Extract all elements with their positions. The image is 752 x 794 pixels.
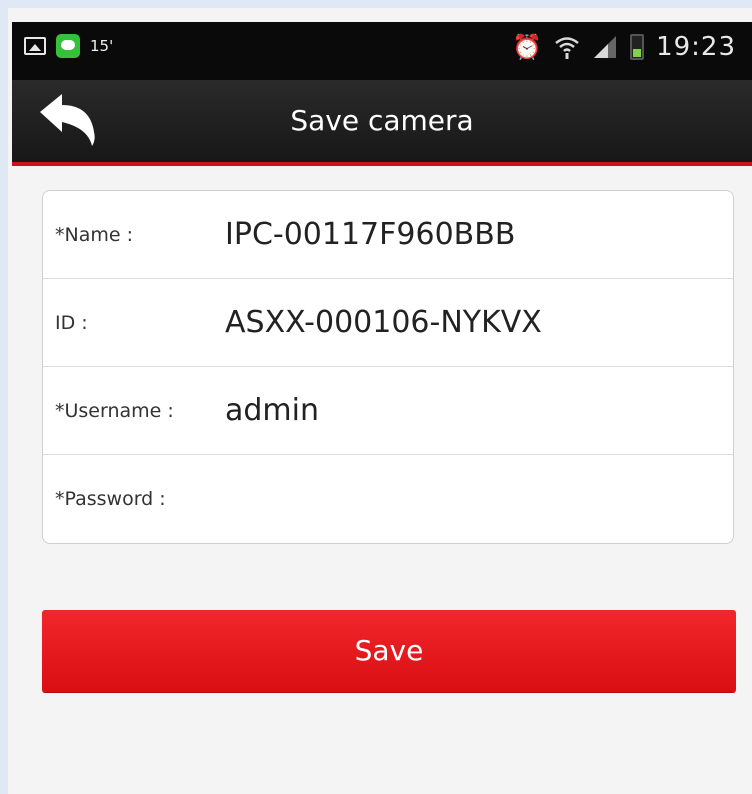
password-field[interactable] [225,455,723,543]
id-label: ID : [55,312,88,334]
wifi-icon [555,37,579,59]
form-row-password: *Password : [43,455,733,543]
alarm-icon: ⏰ [512,33,543,61]
title-bar: Save camera [12,80,752,166]
image-icon [24,37,46,55]
name-field[interactable]: IPC-00117F960BBB [225,191,723,279]
status-bar: 15' ⏰ 19:23 [12,22,752,80]
line-app-icon [56,34,80,58]
signal-icon [594,36,617,58]
id-field[interactable]: ASXX-000106-NYKVX [225,279,723,367]
page-title: Save camera [290,104,474,137]
form-row-username: *Username : admin [43,367,733,455]
form-row-id: ID : ASXX-000106-NYKVX [43,279,733,367]
form-row-name: *Name : IPC-00117F960BBB [43,191,733,279]
battery-icon [630,34,645,60]
camera-form: *Name : IPC-00117F960BBB ID : ASXX-00010… [42,190,734,544]
clock-text: 19:23 [656,32,736,62]
status-bar-left: 15' [24,34,113,58]
username-label: *Username : [55,400,174,422]
username-field[interactable]: admin [225,367,723,455]
save-button[interactable]: Save [42,610,736,692]
password-label: *Password : [55,488,166,510]
name-label: *Name : [55,224,133,246]
temperature-text: 15' [90,37,114,55]
status-bar-right: ⏰ 19:23 [512,32,736,62]
